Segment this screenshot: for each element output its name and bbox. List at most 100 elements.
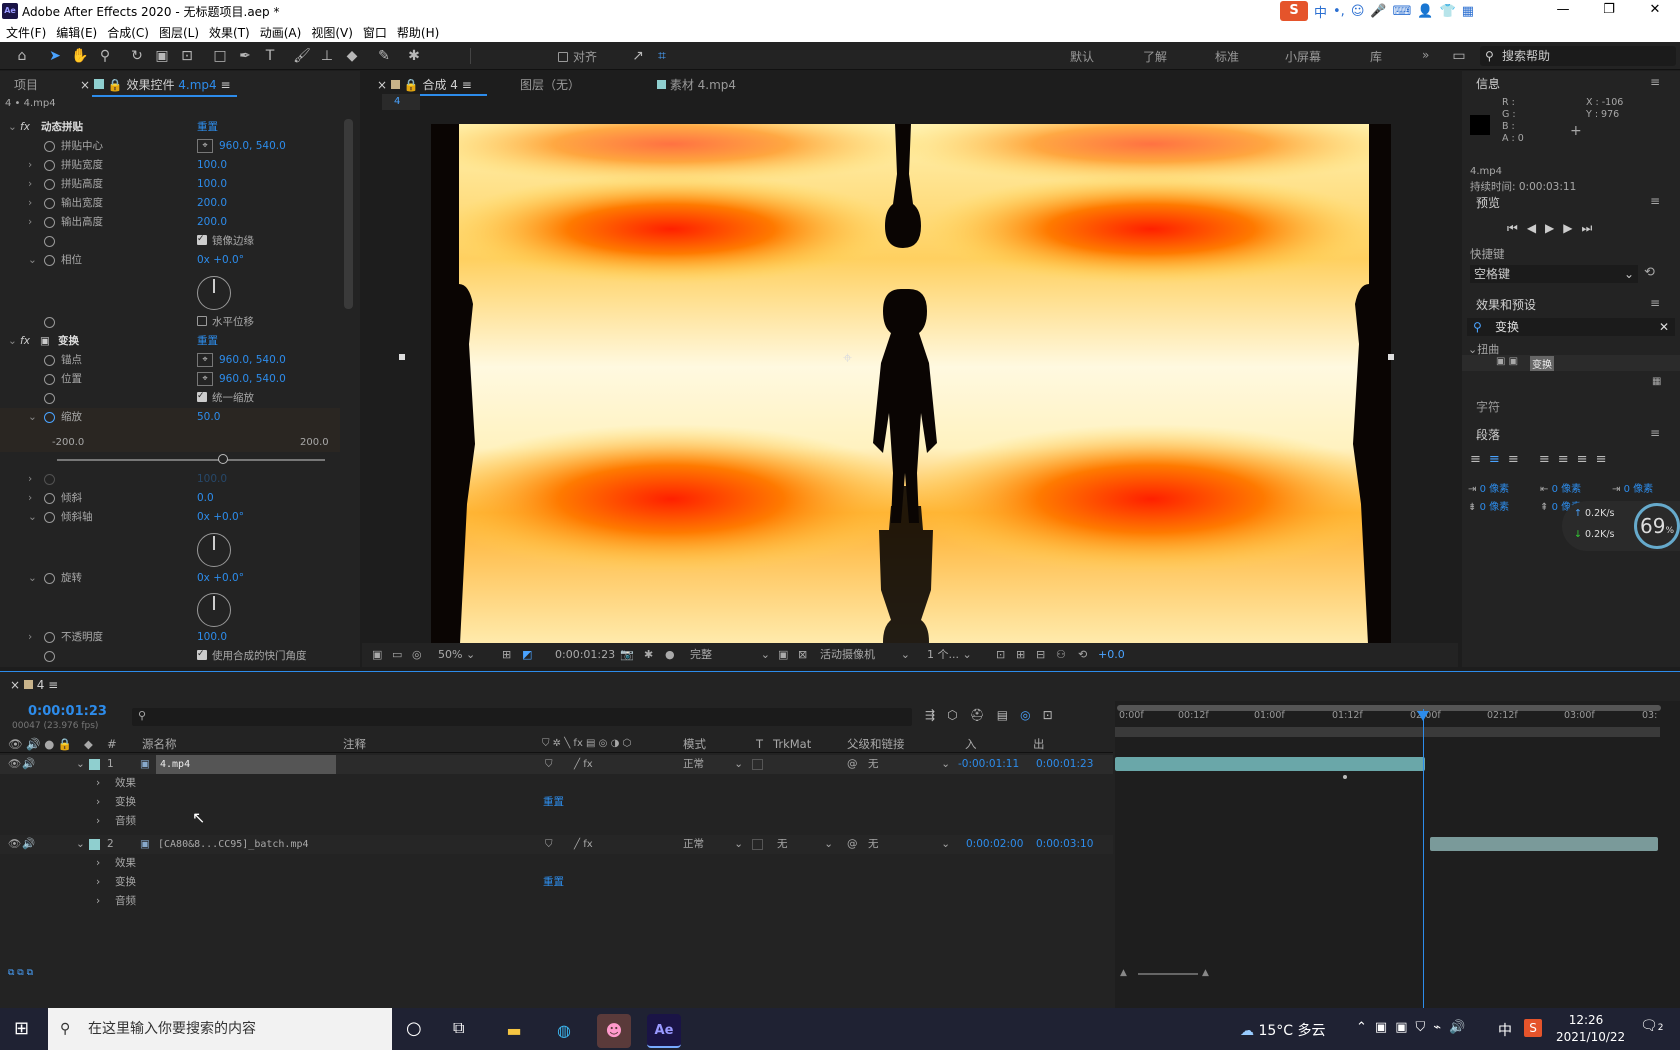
eraser-tool-icon[interactable]: ◆ (342, 46, 362, 66)
pan-behind-tool-icon[interactable]: ⊡ (177, 46, 197, 66)
menu-composition[interactable]: 合成(C) (107, 24, 149, 41)
network-monitor[interactable]: ↑ 0.2K/s ↓ 0.2K/s 69% (1562, 501, 1680, 551)
timeline-graph[interactable]: 0:00f 00:12f 01:00f 01:12f 02:00f 02:12f… (1115, 701, 1680, 1009)
weather[interactable]: ☁ 15°C 多云 (1240, 1020, 1326, 1040)
reset-link[interactable]: 重置 (197, 118, 218, 137)
rotate-tool-icon[interactable]: ↻ (127, 46, 147, 66)
mode-select[interactable]: 正常 ⌄ (683, 835, 743, 854)
tab-effect-controls[interactable]: × 🔒 效果控件 4.mp4 ≡ (80, 76, 231, 93)
minimize-button[interactable]: — (1548, 2, 1578, 17)
anchor-point-icon[interactable]: ⌖ (843, 348, 852, 368)
workspace-library[interactable]: 库 (1370, 48, 1382, 65)
ime-lang[interactable]: 中 (1314, 2, 1327, 21)
exposure-value[interactable]: +0.0 (1098, 643, 1125, 667)
fast-preview-icon[interactable]: ⊞ (1016, 643, 1025, 667)
tab-timeline[interactable]: × 4 ≡ (10, 678, 58, 692)
layer-sub-row[interactable]: › 变换 重置 (0, 793, 1113, 812)
mic-icon[interactable]: 🎤 (1370, 4, 1386, 19)
layer-sub-row[interactable]: › 变换 重置 (0, 873, 1113, 892)
notification-icon[interactable]: 🗨2 (1640, 1018, 1664, 1034)
mask-icon[interactable]: ◎ (412, 643, 422, 667)
new-folder-icon[interactable]: ▦ (1652, 376, 1661, 387)
mode-select[interactable]: 正常 ⌄ (683, 755, 743, 774)
sogou-tray-icon[interactable]: S (1524, 1019, 1542, 1037)
camera-snapshot-icon[interactable]: 📷 (620, 643, 634, 667)
snap-icon[interactable]: ↗ (628, 46, 648, 66)
skin-icon[interactable]: 👕 (1440, 4, 1456, 19)
playhead[interactable] (1423, 709, 1424, 1009)
region-icon[interactable]: ◩ (522, 643, 532, 667)
indent-right[interactable]: ⇤ 0 像素 (1540, 480, 1581, 495)
color-channel-icon[interactable]: ● (665, 643, 675, 667)
character-title[interactable]: 字符 (1476, 398, 1500, 415)
tab-layer[interactable]: 图层（无） (520, 76, 580, 93)
rectangle-tool-icon[interactable]: □ (210, 46, 230, 66)
grid-icon[interactable]: ▦ (1462, 4, 1474, 19)
prop-uniform-scale[interactable]: 统一缩放 (0, 387, 340, 408)
trkmat-select[interactable]: 无 ⌄ (777, 835, 833, 854)
menu-animation[interactable]: 动画(A) (260, 24, 302, 41)
menu-view[interactable]: 视图(V) (311, 24, 353, 41)
tab-footage[interactable]: 素材 4.mp4 (657, 76, 736, 93)
search-help-input[interactable]: ⚲ 搜索帮助 (1480, 46, 1676, 66)
effect-header-motion-tile[interactable]: ⌄ fx 动态拼贴 重置 (0, 118, 340, 137)
scrollbar[interactable] (344, 119, 353, 309)
menu-file[interactable]: 文件(F) (6, 24, 46, 41)
fit-icon[interactable]: ⊞ (502, 643, 511, 667)
layer-handle[interactable] (399, 354, 405, 360)
panel-menu-icon[interactable]: ≡ (1650, 75, 1660, 89)
scale-slider-track[interactable] (57, 459, 325, 461)
toggle-pixel-icon[interactable]: ⊡ (996, 643, 1005, 667)
tray-icons[interactable]: ⌃▣▣⛉⌁🔊 (1356, 1020, 1473, 1035)
brush-tool-icon[interactable]: 🖌 (292, 46, 312, 66)
prop-mirror-edges[interactable]: 镜像边缘 (0, 230, 340, 251)
panel-menu-icon[interactable]: ≡ (1650, 194, 1660, 208)
layer-sub-row[interactable]: › 效果 (0, 774, 1113, 793)
effects-search-input[interactable]: ⚲ 变换 ✕ (1467, 318, 1675, 336)
layer-1-clip[interactable] (1115, 757, 1425, 771)
file-explorer-icon[interactable]: ▬ (497, 1014, 531, 1048)
checkbox-checked[interactable] (197, 387, 207, 406)
keyframe-icon[interactable] (1343, 775, 1347, 779)
timeline-timecode[interactable]: 0:00:01:23 (28, 704, 107, 719)
home-icon[interactable]: ⌂ (12, 46, 32, 66)
prop-output-width[interactable]: › 输出宽度 200.0 (0, 194, 340, 213)
prop-output-height[interactable]: › 输出高度 200.0 (0, 213, 340, 232)
prop-scale[interactable]: ⌄ 缩放 50.0 (0, 408, 340, 427)
menu-effect[interactable]: 效果(T) (209, 24, 250, 41)
prop-comp-shutter[interactable]: 使用合成的快门角度 (0, 645, 340, 666)
checkbox-checked[interactable] (197, 645, 207, 664)
clock[interactable]: 12:26 2021/10/22 (1556, 1012, 1625, 1046)
effects-item-row[interactable]: ▣ ▣ 变换 (1462, 355, 1680, 371)
close-button[interactable]: ✕ (1640, 2, 1670, 17)
prop-tile-width[interactable]: › 拼贴宽度 100.0 (0, 156, 340, 175)
loop-icon[interactable]: ⟲ (1644, 265, 1655, 280)
camera-select[interactable]: 活动摄像机 ⌄ (820, 643, 910, 667)
emoji-icon[interactable]: ☺ (1351, 4, 1365, 19)
prop-rotation[interactable]: ⌄ 旋转 0x +0.0° (0, 569, 340, 588)
ime-indicator[interactable]: 中 (1498, 1020, 1512, 1040)
menu-layer[interactable]: 图层(L) (159, 24, 199, 41)
transparency-grid-icon[interactable]: ⊠ (798, 643, 807, 667)
prop-anchor-point[interactable]: 锚点 ⌖ 960.0, 540.0 (0, 351, 340, 370)
pen-tool-icon[interactable]: ✒ (235, 46, 255, 66)
snap-target-icon[interactable]: ⌗ (652, 46, 672, 66)
snapshot-icon[interactable]: ▣ (372, 643, 382, 667)
comp-subtab[interactable]: 4 (382, 94, 420, 110)
puppet-pin-icon[interactable]: ✱ (404, 46, 424, 66)
views-select[interactable]: 1 个... ⌄ (927, 643, 987, 667)
hand-tool-icon[interactable]: ✋ (70, 46, 90, 66)
layer-handle[interactable] (1388, 354, 1394, 360)
timeline-icon[interactable]: ⊟ (1036, 643, 1045, 667)
preview-transport[interactable]: ⏮◀▶▶⏭ (1507, 221, 1601, 236)
scale-slider-knob[interactable] (218, 454, 229, 464)
timeline-switches[interactable]: ⇶⬡⛑▤◎⊡ (925, 708, 1065, 722)
workspace-default[interactable]: 默认 (1070, 48, 1094, 65)
checkbox-unchecked[interactable] (197, 316, 207, 326)
flowchart-icon[interactable]: ⚇ (1056, 643, 1066, 667)
prop-phase[interactable]: ⌄ 相位 0x +0.0° (0, 251, 340, 270)
ime-punct[interactable]: •, (1333, 4, 1345, 19)
monitor-icon[interactable]: ▭ (392, 643, 402, 667)
selection-tool-icon[interactable]: ➤ (45, 46, 65, 66)
ime-toolbar[interactable]: S 中 •, ☺ 🎤 ⌨ 👤 👕 ▦ (1280, 1, 1474, 21)
